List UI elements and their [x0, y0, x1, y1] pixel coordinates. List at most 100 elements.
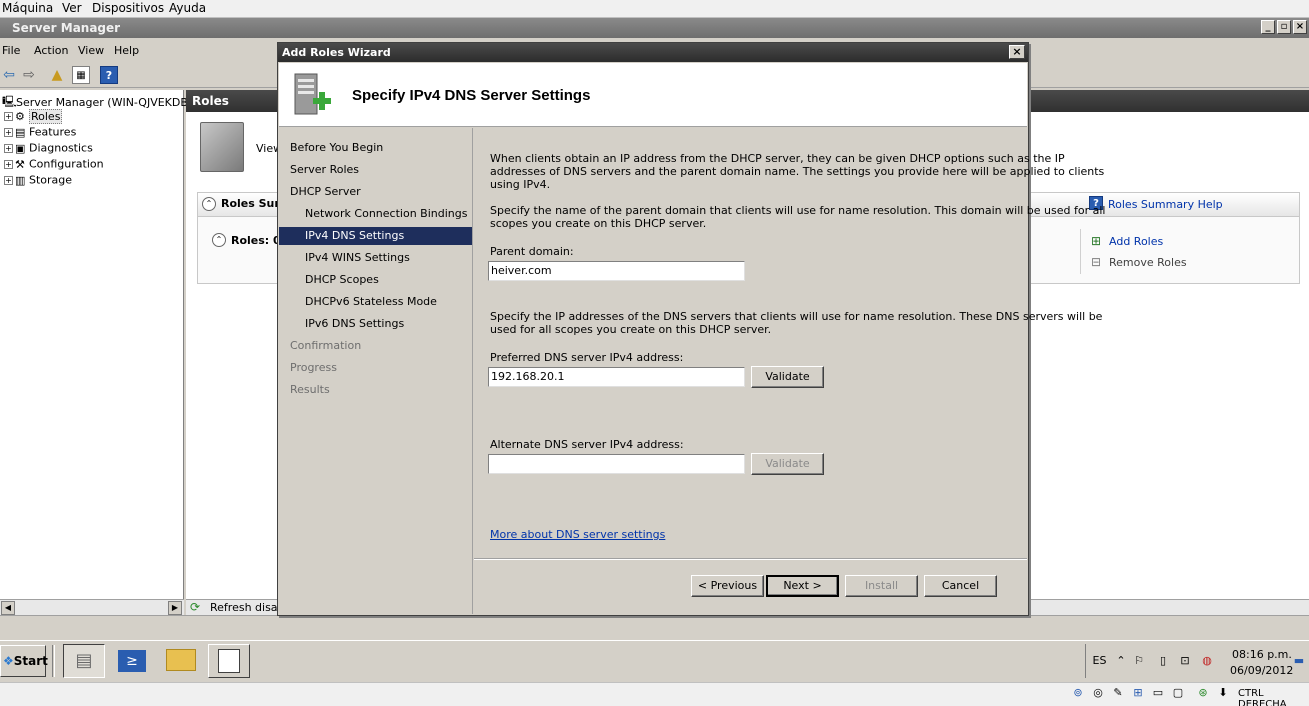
roles-count-label: Roles: 0: [231, 234, 281, 247]
vm-optical-drive-icon[interactable]: ◎: [1091, 686, 1105, 700]
tree-horizontal-scrollbar[interactable]: ◀ ▶: [0, 599, 184, 615]
start-button[interactable]: ❖Start: [0, 645, 48, 677]
parent-domain-description-line1: Specify the name of the parent domain th…: [490, 204, 1106, 217]
vm-disk-icon[interactable]: ⊚: [1071, 686, 1085, 700]
vm-network-icon[interactable]: ⊞: [1131, 686, 1145, 700]
vm-menu-dispositivos[interactable]: Dispositivos: [92, 1, 164, 15]
nav-ipv6-dns-settings[interactable]: IPv6 DNS Settings: [305, 315, 404, 333]
scroll-right-icon[interactable]: ▶: [168, 601, 182, 615]
menu-file[interactable]: File: [2, 44, 20, 57]
help-icon[interactable]: ?: [100, 66, 118, 84]
expand-features-icon[interactable]: +: [4, 127, 13, 137]
parent-domain-input[interactable]: heiver.com: [488, 261, 745, 281]
tree-item-storage[interactable]: + ▥ Storage: [4, 173, 72, 189]
nav-dhcp-server[interactable]: DHCP Server: [290, 183, 361, 201]
up-folder-icon[interactable]: ▲: [48, 66, 66, 84]
roles-header-title: Roles: [192, 94, 229, 108]
vm-menu-bar: Máquina Ver Dispositivos Ayuda: [0, 0, 1309, 18]
expand-roles-icon[interactable]: +: [4, 111, 13, 121]
clock-date[interactable]: 06/09/2012: [1230, 664, 1293, 677]
windows-logo-icon: ❖: [3, 654, 14, 668]
back-arrow-icon[interactable]: ⇦: [0, 66, 18, 84]
dns-servers-description-line1: Specify the IP addresses of the DNS serv…: [490, 310, 1103, 323]
parent-domain-description-line2: scopes you create on this DHCP server.: [490, 217, 707, 230]
scroll-left-icon[interactable]: ◀: [1, 601, 15, 615]
cancel-button[interactable]: Cancel: [924, 575, 997, 597]
tree-item-roles[interactable]: + ⚙ Roles: [4, 108, 63, 125]
preferred-dns-input[interactable]: 192.168.20.1: [488, 367, 745, 387]
more-about-dns-link[interactable]: More about DNS server settings: [490, 528, 665, 541]
expand-configuration-icon[interactable]: +: [4, 159, 13, 169]
nav-network-connection-bindings[interactable]: Network Connection Bindings: [305, 205, 467, 223]
roles-icon: ⚙: [15, 109, 25, 123]
nav-confirmation: Confirmation: [290, 339, 362, 352]
expand-storage-icon[interactable]: +: [4, 175, 13, 185]
language-indicator[interactable]: ES: [1085, 644, 1113, 678]
tree-item-server-manager[interactable]: 🖳Server Manager (WIN-QJVEKDB73I: [2, 93, 205, 109]
menu-view[interactable]: View: [78, 44, 104, 57]
vm-keyboard-icon[interactable]: ⬇: [1216, 686, 1230, 700]
show-hide-tree-icon[interactable]: ▦: [72, 66, 90, 84]
network-icon[interactable]: ⊡: [1178, 654, 1192, 668]
forward-arrow-icon[interactable]: ⇨: [20, 66, 38, 84]
action-center-flag-icon[interactable]: ⚐: [1132, 654, 1146, 668]
nav-progress: Progress: [290, 361, 337, 374]
vm-usb-icon[interactable]: ✎: [1111, 686, 1125, 700]
taskbar-server-manager-icon[interactable]: ▤: [63, 644, 105, 678]
clock-time[interactable]: 08:16 p.m.: [1232, 648, 1292, 661]
wizard-title: Add Roles Wizard: [282, 46, 391, 59]
tree-item-diagnostics[interactable]: + ▣ Diagnostics: [4, 141, 93, 157]
tree-item-configuration[interactable]: + ⚒ Configuration: [4, 157, 104, 173]
vm-menu-ver[interactable]: Ver: [62, 1, 82, 15]
validate-alternate-button: Validate: [751, 453, 824, 475]
vm-menu-maquina[interactable]: Máquina: [2, 1, 53, 15]
add-roles-link[interactable]: Add Roles: [1109, 235, 1163, 248]
taskbar-powershell-icon[interactable]: ≥: [111, 644, 153, 678]
taskbar-document-icon[interactable]: [208, 644, 250, 678]
nav-ipv4-wins-settings[interactable]: IPv4 WINS Settings: [305, 249, 410, 267]
features-icon: ▤: [15, 125, 26, 139]
wizard-close-button[interactable]: ×: [1009, 45, 1025, 59]
roles-server-icon: [200, 122, 244, 172]
vm-menu-ayuda[interactable]: Ayuda: [169, 1, 206, 15]
nav-dhcpv6-stateless-mode[interactable]: DHCPv6 Stateless Mode: [305, 293, 437, 311]
nav-before-you-begin[interactable]: Before You Begin: [290, 139, 383, 157]
server-manager-bottom-strip: [0, 615, 1309, 640]
maximize-button[interactable]: ▫: [1277, 20, 1291, 34]
volume-muted-icon[interactable]: ◍: [1200, 654, 1214, 668]
remove-roles-link[interactable]: Remove Roles: [1109, 256, 1187, 269]
minimize-button[interactable]: _: [1261, 20, 1275, 34]
menu-help[interactable]: Help: [114, 44, 139, 57]
validate-preferred-button[interactable]: Validate: [751, 366, 824, 388]
server-manager-titlebar: Server Manager _ ▫ ×: [0, 18, 1309, 38]
start-label: Start: [13, 654, 48, 668]
expand-diagnostics-icon[interactable]: +: [4, 143, 13, 153]
nav-server-roles[interactable]: Server Roles: [290, 161, 359, 179]
vm-shared-folder-icon[interactable]: ▭: [1151, 686, 1165, 700]
tree-item-features[interactable]: + ▤ Features: [4, 125, 76, 141]
next-button[interactable]: Next >: [766, 575, 839, 597]
collapse-roles-summary-icon[interactable]: ⌃: [202, 197, 216, 211]
nav-dhcp-scopes[interactable]: DHCP Scopes: [305, 271, 379, 289]
vm-capture-icon[interactable]: ⊛: [1196, 686, 1210, 700]
show-hidden-icons-icon[interactable]: ⌃: [1114, 654, 1128, 668]
taskbar-divider: [52, 645, 55, 677]
show-desktop-icon[interactable]: ▬: [1292, 654, 1306, 668]
close-button[interactable]: ×: [1293, 20, 1307, 34]
alternate-dns-input[interactable]: [488, 454, 745, 474]
nav-ipv4-dns-settings[interactable]: IPv4 DNS Settings: [279, 227, 472, 245]
vm-host-key: CTRL DERECHA: [1238, 688, 1287, 706]
dns-servers-description-line2: used for all scopes you create on this D…: [490, 323, 772, 336]
roles-summary-help-link[interactable]: Roles Summary Help: [1108, 198, 1223, 211]
menu-action[interactable]: Action: [34, 44, 68, 57]
intro-text-line2: addresses of DNS servers and the parent …: [490, 165, 1105, 178]
taskbar-explorer-folder-icon[interactable]: [160, 644, 202, 678]
server-add-icon: [294, 73, 331, 115]
install-button: Install: [845, 575, 918, 597]
collapse-roles-icon[interactable]: ⌃: [212, 233, 226, 247]
wizard-button-separator: [474, 558, 1027, 560]
previous-button[interactable]: < Previous: [691, 575, 764, 597]
vm-display-icon[interactable]: ▢: [1171, 686, 1185, 700]
usb-device-icon[interactable]: ▯: [1156, 654, 1170, 668]
roles-actions-panel: ⊞ Add Roles ⊟ Remove Roles: [1080, 229, 1288, 274]
